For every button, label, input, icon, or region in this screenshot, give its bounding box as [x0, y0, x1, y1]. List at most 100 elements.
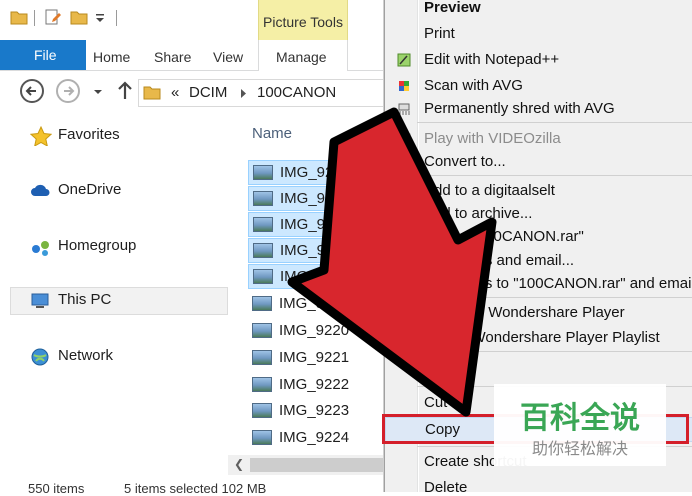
menu-item-edit-notepadpp[interactable]: Edit with Notepad++	[385, 48, 692, 72]
tab-home[interactable]: Home	[93, 49, 130, 65]
file-row[interactable]: IMG_9221	[248, 346, 398, 371]
file-row[interactable]: IMG_9224	[248, 426, 398, 451]
file-name: IMG_9211	[280, 190, 349, 207]
file-row[interactable]: IMG_9214	[248, 264, 398, 289]
customize-dropdown-icon[interactable]	[94, 9, 106, 25]
new-folder-icon[interactable]	[70, 9, 88, 25]
status-bar: 550 items 5 items selected 102 MB	[0, 478, 392, 496]
file-name: IMG_9212	[280, 216, 351, 233]
image-file-icon	[253, 217, 273, 232]
forward-button[interactable]	[56, 79, 80, 103]
file-explorer-window: Picture Tools File Home Share View Manag…	[0, 0, 398, 496]
tab-manage[interactable]: Manage	[258, 40, 348, 71]
menu-item-delete[interactable]: Delete	[385, 476, 692, 492]
breadcrumb-dcim[interactable]: DCIM	[189, 84, 227, 101]
file-row[interactable]: IMG_9212	[248, 212, 398, 237]
menu-separator	[417, 351, 692, 352]
arrow-left-icon	[25, 86, 36, 96]
menu-item-label: Permanently shred with AVG	[424, 100, 615, 117]
menu-item-label: Preview	[424, 0, 481, 16]
tab-file[interactable]: File	[0, 40, 86, 70]
menu-item-label: Add to archive...	[424, 205, 533, 222]
menu-item-label: Cut	[424, 394, 448, 411]
menu-item-label: Convert to...	[424, 153, 506, 170]
tab-view[interactable]: View	[213, 49, 243, 65]
notepad-plus-icon	[397, 53, 411, 67]
properties-icon[interactable]	[44, 9, 62, 25]
file-row[interactable]: IMG_9223	[248, 399, 398, 424]
menu-item-compress-email[interactable]: Compress and email...	[385, 249, 692, 273]
file-row[interactable]: IMG_9213	[248, 238, 398, 263]
scrollbar-thumb[interactable]	[250, 458, 392, 472]
horizontal-scrollbar[interactable]: ❮	[228, 455, 392, 475]
column-header-name[interactable]: Name	[252, 125, 292, 142]
address-overflow-chevron[interactable]: «	[171, 84, 179, 101]
menu-item-add-archive[interactable]: Add to archive...	[385, 202, 692, 226]
image-file-icon	[253, 269, 273, 284]
file-row[interactable]: IMG_9220	[248, 319, 398, 344]
back-button[interactable]	[20, 79, 44, 103]
arrow-right-icon	[64, 86, 75, 96]
image-file-icon	[253, 191, 273, 206]
folder-icon	[143, 86, 161, 100]
menu-item-label: Add to "100CANON.rar"	[424, 228, 584, 245]
image-file-icon	[252, 403, 272, 418]
tab-share[interactable]: Share	[154, 49, 191, 65]
file-name: IMG_9224	[279, 429, 350, 446]
image-file-icon	[253, 165, 273, 180]
file-row[interactable]: IMG_9211	[248, 186, 398, 211]
file-row[interactable]: IMG_9222	[248, 373, 398, 398]
menu-item-add-wondershare-playlist[interactable]: Add to Wondershare Player Playlist	[385, 326, 692, 350]
menu-item-add-rar[interactable]: Add to "100CANON.rar"	[385, 225, 692, 249]
menu-item-convert[interactable]: Convert to...	[385, 150, 692, 174]
homegroup-icon	[32, 241, 49, 256]
file-name: IMG_9223	[279, 402, 350, 419]
menu-item-label: Delete	[424, 479, 468, 492]
file-row[interactable]: IMG_9210	[248, 160, 398, 185]
nav-item-label: Network	[58, 347, 114, 364]
svg-text:百科全说: 百科全说	[520, 401, 640, 436]
shredder-icon	[398, 103, 410, 115]
menu-item-label: Send to	[424, 361, 476, 378]
menu-item-label: Print	[424, 25, 455, 42]
menu-item-label: Add to Wondershare Player Playlist	[424, 329, 660, 346]
qat-separator	[34, 10, 35, 26]
tab-file-label: File	[34, 47, 57, 63]
menu-item-scan-avg[interactable]: Scan with AVG	[385, 74, 692, 98]
menu-item-label: Play with VIDEOzilla	[424, 130, 561, 147]
nav-item-label: Homegroup	[58, 237, 137, 254]
picture-tools-context-group: Picture Tools	[258, 0, 348, 45]
nav-item-label: OneDrive	[58, 181, 122, 198]
breadcrumb-100canon[interactable]: 100CANON	[257, 84, 336, 101]
menu-item-shred-avg[interactable]: Permanently shred with AVG	[385, 97, 692, 121]
menu-item-compress-rar-email[interactable]: Compress to "100CANON.rar" and email	[385, 272, 692, 296]
address-path-box[interactable]: « DCIM 100CANON	[138, 79, 393, 107]
navigation-pane: Favorites OneDrive Homegroup This PC Net…	[0, 113, 228, 492]
file-row[interactable]: IMG_9218	[248, 292, 398, 317]
up-arrow-icon[interactable]	[117, 81, 133, 101]
menu-item-label: Scan with AVG	[424, 77, 523, 94]
file-name: IMG_9221	[279, 349, 350, 366]
scroll-left-icon[interactable]: ❮	[234, 457, 244, 471]
file-name: IMG_9222	[279, 376, 350, 393]
convert-icon	[397, 156, 411, 168]
image-file-icon	[252, 350, 272, 365]
menu-item-send-to[interactable]: Send to	[385, 358, 692, 382]
menu-item-preview[interactable]: Preview	[385, 0, 692, 20]
menu-item-add-digitaalselt[interactable]: Add to a digitaalselt	[385, 179, 692, 203]
recent-locations-chevron-icon[interactable]	[93, 88, 103, 96]
file-name: IMG_9213	[280, 242, 351, 259]
menu-separator	[417, 175, 692, 176]
avg-icon	[399, 81, 409, 91]
quick-access-toolbar	[0, 0, 258, 40]
menu-item-play-wondershare[interactable]: Play with Wondershare Player	[385, 301, 692, 325]
qat-separator	[116, 10, 117, 26]
folder-icon[interactable]	[10, 9, 28, 25]
image-file-icon	[253, 243, 273, 258]
videozilla-icon	[397, 133, 411, 145]
menu-item-print[interactable]: Print	[385, 22, 692, 46]
menu-item-play-videozilla: Play with VIDEOzilla	[385, 127, 692, 151]
status-item-count: 550 items	[28, 481, 85, 496]
breadcrumb-chevron-icon[interactable]	[240, 89, 246, 98]
menu-item-label: Play with Wondershare Player	[424, 304, 625, 321]
